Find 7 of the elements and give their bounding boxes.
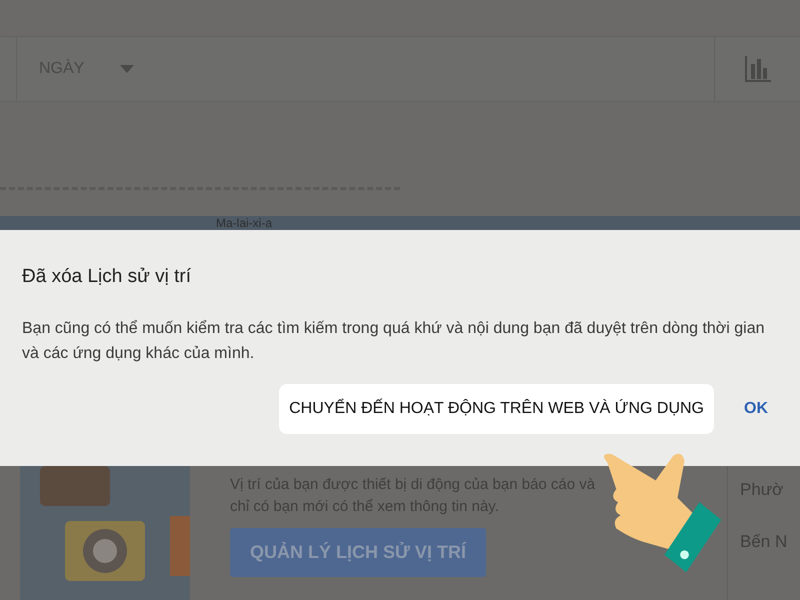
dialog-button[interactable]: CHUYỂN ĐẾN HOẠT ĐỘNG TRÊN WEB VÀ ỨNG DỤNG	[279, 384, 714, 434]
bar-chart-icon[interactable]	[744, 56, 771, 82]
dialog-message: Bạn cũng có thể muốn kiểm tra các tìm kiếm trong quá khứ và nội dung bạn đã duyệt trên dòng thời gian và các ứng dụng khác của mình.	[22, 319, 766, 364]
dialog-button[interactable]: OK	[734, 384, 778, 434]
map-label: Ma-lai-xi-a	[216, 216, 272, 230]
dialog-title: Đã xóa Lịch sử vị trí	[22, 266, 192, 288]
caret-icon	[120, 65, 134, 73]
